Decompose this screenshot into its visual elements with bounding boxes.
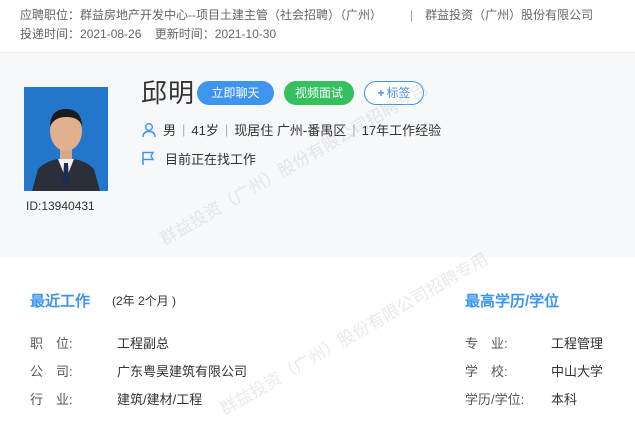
- submit-label: 投递时间：: [20, 27, 81, 41]
- degree-field-label: 学历/学位:: [465, 392, 525, 407]
- company-name: 群益投资（广州）股份有限公司: [425, 8, 594, 22]
- company-field-value: 广东粤昊建筑有限公司: [117, 364, 248, 379]
- candidate-profile-card: ID:13940431 邱明 立即聊天 视频面试 + 标签 男 | 41岁 | 现…: [0, 53, 635, 257]
- industry-field-label: 行 业:: [30, 392, 73, 407]
- work-duration: (2年 2个月 ): [112, 294, 177, 308]
- school-field-label: 学 校:: [465, 364, 508, 379]
- position-field-label: 职 位:: [30, 336, 73, 351]
- major-field-value: 工程管理: [551, 336, 604, 351]
- date-info-line: 投递时间：2021-08-26 更新时间：2021-10-30: [20, 25, 276, 42]
- candidate-id: ID:13940431: [26, 199, 95, 213]
- application-info-line: 应聘职位：群益房地产开发中心--项目土建主管（社会招聘）（广州） | 群益投资（广州…: [20, 6, 593, 23]
- candidate-photo: [24, 87, 108, 191]
- company-field-label: 公 司:: [30, 364, 73, 379]
- person-icon: [142, 122, 156, 137]
- chat-now-button[interactable]: 立即聊天: [197, 81, 274, 105]
- header-separator: |: [410, 8, 414, 22]
- submit-date: 2021-08-26: [80, 27, 142, 41]
- watermark: 群益投资（广州）股份有限公司招聘专用: [216, 249, 492, 419]
- candidate-meta: 男 | 41岁 | 现居住 广州-番禺区 | 17年工作经验: [141, 120, 441, 139]
- degree-field-value: 本科: [551, 392, 578, 407]
- add-tag-button[interactable]: + 标签: [364, 81, 424, 105]
- update-label: 更新时间：: [154, 27, 215, 41]
- position-field-value: 工程副总: [117, 336, 170, 351]
- job-status-text: 目前正在找工作: [165, 152, 257, 167]
- meta-divider: |: [182, 122, 186, 137]
- age: 41岁: [191, 123, 219, 138]
- candidate-name: 邱明: [141, 78, 196, 108]
- recent-work-title: 最近工作: [30, 293, 91, 310]
- work-experience: 17年工作经验: [361, 123, 442, 138]
- update-date: 2021-10-30: [214, 27, 277, 41]
- meta-divider: |: [224, 122, 229, 137]
- residence: 现居住 广州-番禺区: [234, 123, 347, 138]
- add-tag-label: 标签: [386, 86, 411, 100]
- gender: 男: [163, 123, 177, 138]
- job-status: 目前正在找工作: [141, 149, 256, 168]
- application-header: 应聘职位：群益房地产开发中心--项目土建主管（社会招聘）（广州） | 群益投资（广州…: [0, 0, 635, 53]
- school-field-value: 中山大学: [551, 364, 604, 379]
- flag-icon: [142, 151, 155, 165]
- meta-divider: |: [352, 122, 356, 137]
- industry-field-value: 建筑/建材/工程: [117, 392, 203, 407]
- position-name: 群益房地产开发中心--项目土建主管（社会招聘）（广州）: [80, 8, 383, 22]
- education-title: 最高学历/学位: [465, 293, 560, 310]
- position-label: 应聘职位：: [20, 8, 81, 22]
- plus-icon: +: [377, 86, 385, 100]
- major-field-label: 专 业:: [465, 336, 508, 351]
- video-interview-button[interactable]: 视频面试: [284, 81, 354, 105]
